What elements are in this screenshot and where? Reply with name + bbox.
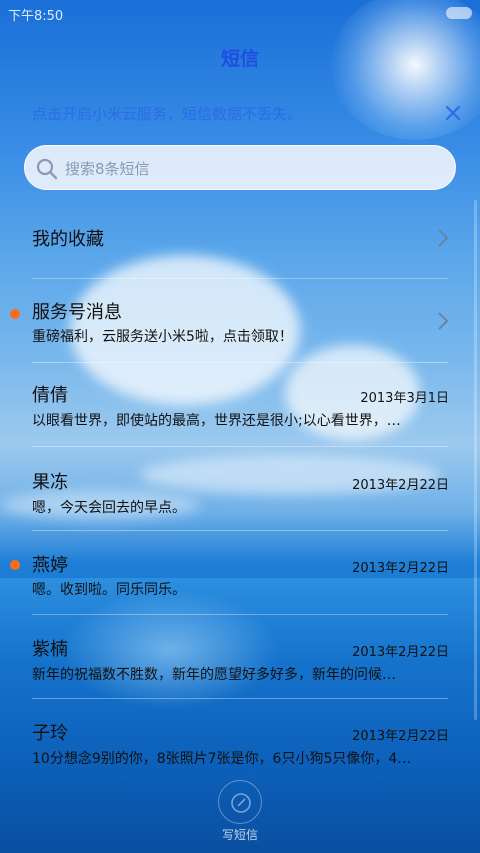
contact-name: 倩倩 (32, 385, 68, 406)
message-date: 2013年2月22日 (352, 478, 449, 493)
conversation-list: 我的收藏 服务号消息 重磅福利，云服务送小米5啦，点击领取！ 倩倩 2013年3… (0, 196, 480, 783)
chevron-right-icon (438, 229, 449, 247)
message-date: 2013年2月22日 (352, 645, 449, 660)
battery-icon (446, 7, 472, 19)
conversation-row[interactable]: 倩倩 2013年3月1日 以眼看世界，即使站的最高，世界还是很小;以心看世界，… (32, 363, 449, 447)
page-title: 短信 (220, 48, 259, 70)
compose-button[interactable]: 写短信 (212, 780, 268, 843)
message-date: 2013年2月22日 (352, 729, 449, 744)
message-preview: 嗯，今天会回去的早点。 (32, 500, 186, 516)
unread-dot (10, 309, 20, 319)
search-icon (36, 158, 58, 180)
scrollbar[interactable] (474, 200, 477, 720)
message-preview: 10分想念9别的你，8张照片7张是你，6只小狗5只像你，4… (32, 751, 412, 767)
status-time: 下午8:50 (8, 9, 64, 24)
contact-name: 紫楠 (32, 639, 68, 660)
contact-name: 燕婷 (32, 555, 68, 576)
conversation-row[interactable]: 紫楠 2013年2月22日 新年的祝福数不胜数，新年的愿望好多好多，新年的问候… (32, 615, 449, 699)
cloud-service-banner[interactable]: 点击开启小米云服务，短信数据不丢失。 (0, 98, 480, 130)
message-date: 2013年2月22日 (352, 561, 449, 576)
search-placeholder: 搜索8条短信 (65, 160, 150, 178)
conversation-row[interactable]: 服务号消息 重磅福利，云服务送小米5啦，点击领取！ (10, 279, 449, 363)
status-bar: 下午8:50 (0, 0, 480, 26)
message-preview: 重磅福利，云服务送小米5啦，点击领取！ (32, 329, 293, 345)
conversation-row[interactable]: 子玲 2013年2月22日 10分想念9别的你，8张照片7张是你，6只小狗5只像… (32, 699, 449, 783)
favorites-label: 我的收藏 (32, 229, 104, 250)
favorites-row[interactable]: 我的收藏 (32, 196, 449, 279)
message-preview: 以眼看世界，即使站的最高，世界还是很小;以心看世界，… (32, 413, 401, 429)
message-preview: 新年的祝福数不胜数，新年的愿望好多好多，新年的问候… (32, 667, 396, 683)
contact-name: 子玲 (32, 723, 68, 744)
unread-dot (10, 560, 20, 570)
chevron-right-icon (438, 312, 449, 330)
compose-label: 写短信 (221, 828, 258, 842)
cloud-banner-text[interactable]: 点击开启小米云服务，短信数据不丢失。 (32, 103, 302, 124)
contact-name: 服务号消息 (32, 302, 122, 323)
contact-name: 果冻 (32, 472, 68, 493)
search-input[interactable]: 搜索8条短信 (24, 145, 456, 190)
conversation-row[interactable]: 果冻 2013年2月22日 嗯，今天会回去的早点。 (32, 447, 449, 531)
message-date: 2013年3月1日 (360, 391, 449, 406)
conversation-row[interactable]: 燕婷 2013年2月22日 嗯。收到啦。同乐同乐。 (10, 531, 449, 615)
compose-icon[interactable] (218, 780, 262, 824)
close-icon[interactable] (440, 100, 466, 126)
message-preview: 嗯。收到啦。同乐同乐。 (32, 582, 186, 598)
